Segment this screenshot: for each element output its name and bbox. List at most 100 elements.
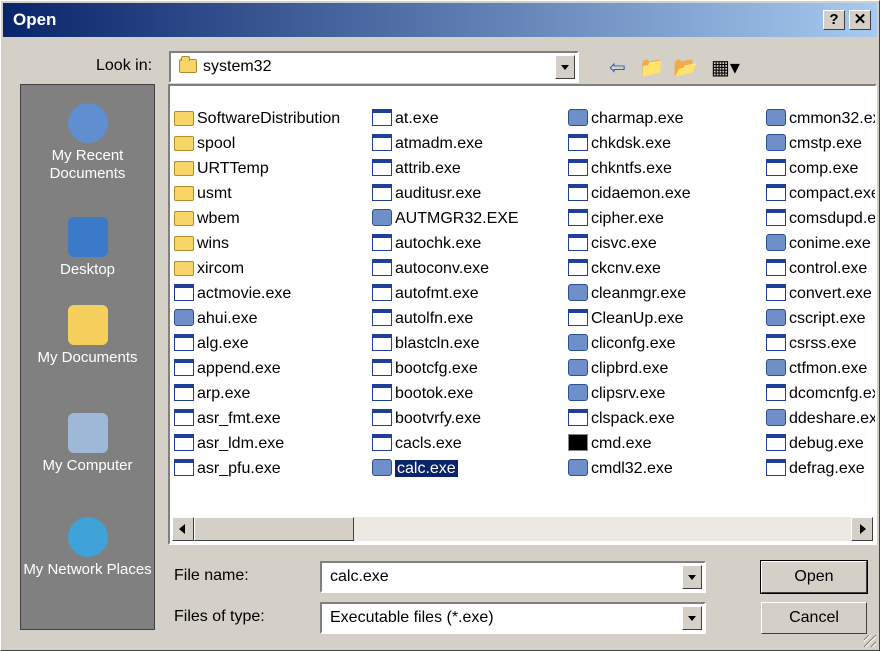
file-item[interactable]: ckcnv.exe: [568, 256, 691, 281]
file-item[interactable]: autochk.exe: [372, 231, 519, 256]
exe-icon: [372, 234, 392, 251]
exe-icon: [372, 309, 392, 326]
exe-icon: [766, 209, 786, 226]
file-name-input[interactable]: calc.exe: [320, 561, 706, 593]
help-button[interactable]: ?: [823, 10, 845, 30]
file-item[interactable]: bootcfg.exe: [372, 356, 519, 381]
file-item[interactable]: convert.exe: [766, 281, 875, 306]
file-item[interactable]: cidaemon.exe: [568, 181, 691, 206]
place-my-network-places[interactable]: My Network Places: [21, 517, 154, 579]
resize-grip[interactable]: [864, 635, 876, 647]
scroll-right-button[interactable]: [851, 517, 873, 541]
scroll-thumb[interactable]: [194, 517, 354, 541]
place-my-recent-documents[interactable]: My Recent Documents: [21, 103, 154, 183]
look-in-dropdown-button[interactable]: [555, 55, 575, 79]
file-name-value: calc.exe: [330, 568, 389, 585]
file-item[interactable]: cleanmgr.exe: [568, 281, 691, 306]
file-item[interactable]: wbem: [174, 206, 340, 231]
file-item[interactable]: asr_fmt.exe: [174, 406, 340, 431]
file-item[interactable]: bootok.exe: [372, 381, 519, 406]
file-item[interactable]: ddeshare.exe: [766, 406, 875, 431]
file-item[interactable]: csrss.exe: [766, 331, 875, 356]
new-folder-icon[interactable]: 📂: [673, 56, 698, 80]
file-item[interactable]: usmt: [174, 181, 340, 206]
file-item[interactable]: URTTemp: [174, 156, 340, 181]
file-item[interactable]: attrib.exe: [372, 156, 519, 181]
file-item[interactable]: defrag.exe: [766, 456, 875, 481]
file-item[interactable]: actmovie.exe: [174, 281, 340, 306]
file-item[interactable]: asr_pfu.exe: [174, 456, 340, 481]
file-item[interactable]: cipher.exe: [568, 206, 691, 231]
file-item[interactable]: SoftwareDistribution: [174, 106, 340, 131]
exe-icon: [568, 259, 588, 276]
file-item[interactable]: cmstp.exe: [766, 131, 875, 156]
file-name: csrss.exe: [789, 335, 857, 352]
file-type-value: Executable files (*.exe): [330, 609, 494, 626]
file-item[interactable]: clipsrv.exe: [568, 381, 691, 406]
file-item[interactable]: clspack.exe: [568, 406, 691, 431]
file-item[interactable]: ahui.exe: [174, 306, 340, 331]
file-item[interactable]: AUTMGR32.EXE: [372, 206, 519, 231]
file-item[interactable]: CleanUp.exe: [568, 306, 691, 331]
place-my-documents[interactable]: My Documents: [21, 305, 154, 367]
file-item[interactable]: cacls.exe: [372, 431, 519, 456]
view-menu-icon[interactable]: ▦▾: [711, 56, 740, 80]
cancel-button[interactable]: Cancel: [761, 602, 867, 634]
folder-icon: [174, 161, 194, 176]
file-item[interactable]: cmd.exe: [568, 431, 691, 456]
title-bar[interactable]: Open ? ✕: [3, 3, 877, 37]
file-item[interactable]: wins: [174, 231, 340, 256]
up-folder-icon[interactable]: 📁: [639, 56, 664, 80]
file-item[interactable]: autofmt.exe: [372, 281, 519, 306]
file-item[interactable]: charmap.exe: [568, 106, 691, 131]
open-button[interactable]: Open: [760, 560, 868, 594]
exe-icon: [372, 434, 392, 451]
file-item[interactable]: cmmon32.exe: [766, 106, 875, 131]
file-item[interactable]: chkdsk.exe: [568, 131, 691, 156]
place-desktop[interactable]: Desktop: [21, 217, 154, 279]
file-type-select[interactable]: Executable files (*.exe): [320, 602, 706, 634]
file-item[interactable]: asr_ldm.exe: [174, 431, 340, 456]
file-item[interactable]: cisvc.exe: [568, 231, 691, 256]
file-item[interactable]: compact.exe: [766, 181, 875, 206]
file-item[interactable]: blastcln.exe: [372, 331, 519, 356]
file-item[interactable]: alg.exe: [174, 331, 340, 356]
file-item[interactable]: append.exe: [174, 356, 340, 381]
file-item[interactable]: debug.exe: [766, 431, 875, 456]
file-name: blastcln.exe: [395, 335, 480, 352]
file-item[interactable]: cliconfg.exe: [568, 331, 691, 356]
file-item[interactable]: calc.exe: [372, 456, 519, 481]
file-item[interactable]: cscript.exe: [766, 306, 875, 331]
file-item[interactable]: arp.exe: [174, 381, 340, 406]
horizontal-scrollbar[interactable]: [172, 517, 873, 541]
file-item[interactable]: spool: [174, 131, 340, 156]
file-item[interactable]: ctfmon.exe: [766, 356, 875, 381]
file-item[interactable]: dcomcnfg.exe: [766, 381, 875, 406]
file-item[interactable]: autolfn.exe: [372, 306, 519, 331]
scroll-left-button[interactable]: [172, 517, 194, 541]
file-item[interactable]: bootvrfy.exe: [372, 406, 519, 431]
file-item[interactable]: autoconv.exe: [372, 256, 519, 281]
exe-icon: [568, 384, 588, 401]
file-list[interactable]: SoftwareDistribution spool URTTemp usmt wbem…: [168, 84, 877, 545]
look-in-combo[interactable]: system32: [169, 51, 579, 83]
file-item[interactable]: chkntfs.exe: [568, 156, 691, 181]
file-item[interactable]: clipbrd.exe: [568, 356, 691, 381]
file-item[interactable]: comsdupd.exe: [766, 206, 875, 231]
file-item[interactable]: auditusr.exe: [372, 181, 519, 206]
file-type-dropdown-button[interactable]: [682, 606, 702, 630]
exe-icon: [568, 284, 588, 301]
file-name: dcomcnfg.exe: [789, 385, 875, 402]
back-icon[interactable]: ⇦: [609, 56, 626, 80]
place-my-computer[interactable]: My Computer: [21, 413, 154, 475]
file-item[interactable]: comp.exe: [766, 156, 875, 181]
file-name: xircom: [197, 260, 245, 277]
file-name-dropdown-button[interactable]: [682, 565, 702, 589]
file-item[interactable]: cmdl32.exe: [568, 456, 691, 481]
file-item[interactable]: at.exe: [372, 106, 519, 131]
file-item[interactable]: conime.exe: [766, 231, 875, 256]
file-item[interactable]: xircom: [174, 256, 340, 281]
close-button[interactable]: ✕: [849, 10, 871, 30]
file-item[interactable]: control.exe: [766, 256, 875, 281]
file-item[interactable]: atmadm.exe: [372, 131, 519, 156]
